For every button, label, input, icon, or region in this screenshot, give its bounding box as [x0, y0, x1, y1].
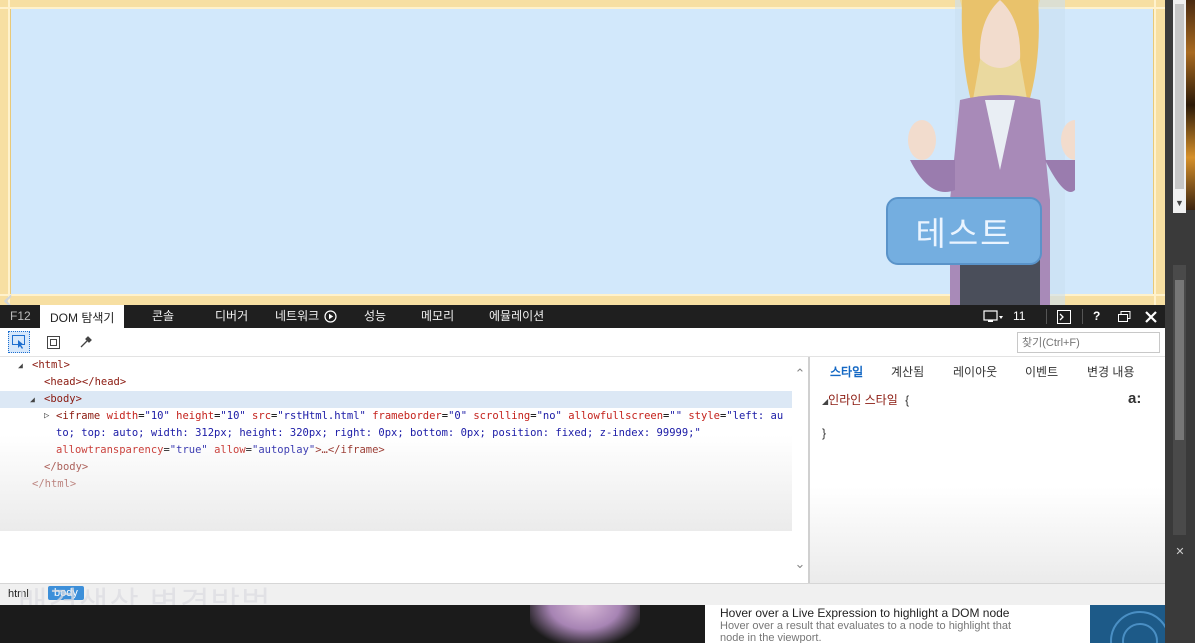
avatar-image-partial [530, 605, 640, 643]
close-icon[interactable] [1145, 311, 1157, 323]
fade-overlay [810, 487, 1165, 583]
expand-icon[interactable]: ▷ [44, 408, 49, 425]
tooltip-subtitle: Hover over a result that evaluates to a … [720, 620, 1012, 643]
collapse-icon[interactable]: ◢ [30, 391, 35, 408]
select-element-button[interactable] [8, 331, 30, 353]
styles-tab-bar: 스타일 계산됨 레이아웃 이벤트 변경 내용 [810, 357, 1165, 383]
divider [1046, 309, 1047, 324]
highlight-element-button[interactable] [42, 331, 64, 353]
dom-node-body[interactable]: ◢ <body> [0, 391, 792, 408]
select-element-icon [12, 335, 25, 349]
tab-console[interactable]: 콘솔 [152, 305, 174, 328]
dom-node-iframe-cont: to; top: auto; width: 312px; height: 320… [56, 427, 701, 439]
developer-tools-panel: F12 DOM 탐색기 콘솔 디버거 네트워크 성능 메모리 에뮬레이션 11 … [0, 305, 1165, 605]
dom-node-head[interactable]: <head></head> [0, 374, 792, 391]
play-icon [324, 310, 337, 323]
dom-toolbar [0, 328, 1165, 357]
help-icon[interactable]: ? [1093, 305, 1100, 328]
page-preview: 테스트 [0, 0, 1165, 305]
tooltip: Hover over a Live Expression to highligh… [705, 605, 1090, 643]
tab-styles[interactable]: 스타일 [830, 363, 863, 380]
tab-network[interactable]: 네트워크 [275, 305, 319, 328]
dom-node-iframe[interactable]: ▷ <iframe width="10" height="10" src="rs… [0, 408, 792, 425]
scroll-down-icon[interactable]: ⌄ [792, 557, 808, 572]
tooltip-graphic [1090, 605, 1165, 643]
dom-scrollbar[interactable]: ⌃ ⌄ [792, 357, 808, 583]
find-input[interactable] [1017, 332, 1160, 353]
tab-dom-explorer[interactable]: DOM 탐색기 [40, 305, 125, 328]
dom-node-html-close[interactable]: </html> [0, 476, 792, 493]
tab-layout[interactable]: 레이아웃 [953, 363, 997, 380]
dom-node-body-close[interactable]: </body> [0, 459, 792, 476]
tooltip-title: Hover over a Live Expression to highligh… [720, 606, 1010, 620]
devtools-tab-bar: F12 DOM 탐색기 콘솔 디버거 네트워크 성능 메모리 에뮬레이션 11 … [0, 305, 1165, 328]
pseudo-state-icon[interactable]: a: [1128, 390, 1141, 407]
rule-close-brace: } [822, 426, 827, 440]
collapse-icon[interactable]: ◢ [18, 357, 23, 374]
scroll-up-icon[interactable]: ⌃ [792, 367, 808, 382]
guide-line-left [8, 0, 10, 305]
tab-debugger[interactable]: 디버거 [215, 305, 248, 328]
target-device-icon[interactable] [983, 310, 1005, 324]
test-button[interactable]: 테스트 [886, 197, 1042, 265]
tab-performance[interactable]: 성능 [364, 305, 386, 328]
inline-style-rule[interactable]: ◢인라인 스타일 { [822, 391, 909, 408]
side-image-thumbnail [1186, 0, 1195, 210]
guide-line-right [1154, 0, 1156, 305]
undock-icon[interactable] [1118, 311, 1131, 323]
tab-changes[interactable]: 변경 내용 [1087, 363, 1135, 380]
target-version[interactable]: 11 [1013, 305, 1025, 328]
eyedropper-icon [80, 335, 92, 347]
styles-pane: 스타일 계산됨 레이아웃 이벤트 변경 내용 ◢인라인 스타일 { } a: [810, 357, 1165, 583]
tab-computed[interactable]: 계산됨 [891, 363, 924, 380]
color-picker-button[interactable] [74, 331, 96, 353]
scroll-down-icon[interactable]: ▼ [1173, 196, 1186, 210]
page-scroll-thumb[interactable] [1175, 4, 1184, 189]
tab-events[interactable]: 이벤트 [1025, 363, 1058, 380]
dom-node-html[interactable]: ◢ <html> [0, 357, 792, 374]
box-icon [46, 335, 60, 349]
tab-memory[interactable]: 메모리 [421, 305, 454, 328]
divider [1082, 309, 1083, 324]
tab-emulation[interactable]: 에뮬레이션 [489, 305, 544, 328]
console-toggle-icon[interactable] [1057, 310, 1071, 324]
dom-tree: ◢ <html> <head></head> ◢ <body> ▷ <ifram… [0, 357, 792, 583]
outer-scroll-thumb[interactable] [1175, 280, 1184, 440]
dom-node-iframe-cont: allowtransparency="true" allow="autoplay… [56, 444, 385, 456]
f12-label: F12 [10, 309, 31, 323]
close-small-icon[interactable]: ✕ [1165, 545, 1195, 563]
